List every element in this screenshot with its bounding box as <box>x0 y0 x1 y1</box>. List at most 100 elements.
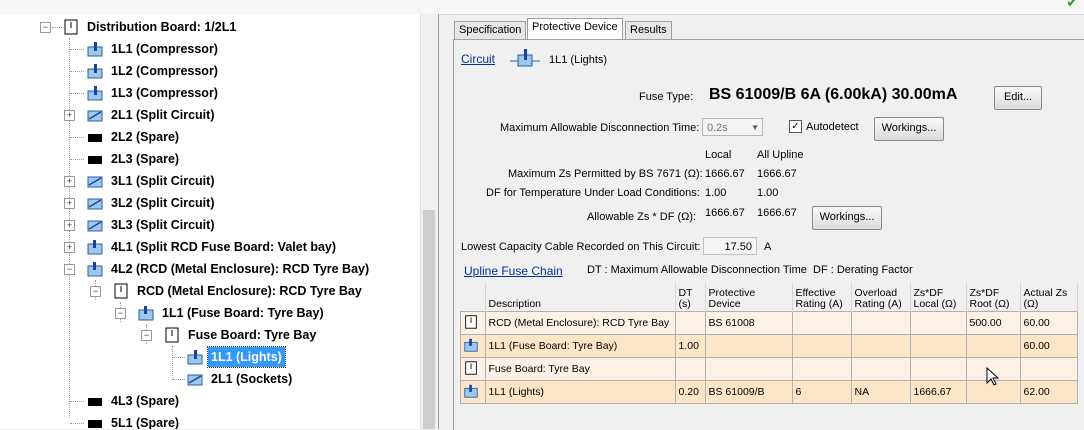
table-row[interactable]: Fuse Board: Tyre Bay <box>460 357 1078 381</box>
distribution-board-icon <box>64 19 78 35</box>
fuse-board-icon <box>464 384 478 398</box>
grid-header-row: Description DT (s) Protective Device Eff… <box>460 283 1078 312</box>
cell-device: BS 61008 <box>704 311 793 335</box>
collapse-toggle-icon[interactable]: − <box>64 264 75 275</box>
circuit-icon <box>187 350 203 365</box>
cell-effective <box>791 334 852 358</box>
cell-device <box>704 357 793 381</box>
split-circuit-icon <box>87 110 103 122</box>
cell-dt: 0.20 <box>674 380 706 404</box>
upline-fuse-chain-link[interactable]: Upline Fuse Chain <box>464 264 563 278</box>
cell-root: 500.00 <box>965 311 1021 335</box>
cell-local: 1666.67 <box>909 380 967 404</box>
circuit-tree[interactable]: − Distribution Board: 1/2L1 1L1 (Compres… <box>0 14 439 429</box>
autodetect-label: Autodetect <box>806 121 859 133</box>
fuse-type-label: Fuse Type: <box>639 91 694 103</box>
collapse-toggle-icon[interactable]: − <box>115 308 126 319</box>
tab-results[interactable]: Results <box>625 21 672 39</box>
cell-root <box>965 334 1021 358</box>
cell-description: RCD (Metal Enclosure): RCD Tyre Bay <box>484 311 676 335</box>
check-icon: ✔ <box>1066 0 1078 10</box>
autodetect-checkbox[interactable]: ✓ <box>789 120 802 133</box>
tree-line <box>172 346 173 380</box>
cell-device <box>704 334 793 358</box>
tab-specification[interactable]: Specification <box>454 21 527 39</box>
expand-toggle-icon[interactable]: + <box>64 176 75 187</box>
cell-actual: 60.00 <box>1019 311 1078 335</box>
df-label: DF for Temperature Under Load Conditions… <box>486 187 700 199</box>
split-circuit-icon <box>87 220 103 232</box>
tree-scrollbar[interactable] <box>420 14 438 429</box>
cell-overload <box>850 311 911 335</box>
grid-header-device: Protective Device <box>705 283 793 312</box>
fuse-board-icon <box>87 240 103 255</box>
legend-df: DF : Derating Factor <box>813 264 913 276</box>
table-row[interactable]: RCD (Metal Enclosure): RCD Tyre Bay BS 6… <box>460 311 1078 335</box>
grid-header-description: Description <box>485 283 676 312</box>
circuit-name: 1L1 (Lights) <box>549 54 608 66</box>
expand-toggle-icon[interactable]: + <box>64 220 75 231</box>
expand-toggle-icon[interactable]: + <box>64 242 75 253</box>
table-row[interactable]: 1L1 (Fuse Board: Tyre Bay) 1.00 60.00 <box>460 334 1078 358</box>
collapse-toggle-icon[interactable]: − <box>141 330 152 341</box>
spare-icon <box>88 398 102 406</box>
cell-overload: NA <box>850 380 911 404</box>
cell-description: Fuse Board: Tyre Bay <box>484 357 676 381</box>
table-row[interactable]: 1L1 (Lights) 0.20 BS 61009/B 6 NA 1666.6… <box>460 380 1078 404</box>
df-upline: 1.00 <box>757 187 779 199</box>
lowest-cable-unit: A <box>764 241 772 253</box>
enclosure-icon <box>114 283 128 299</box>
circuit-icon <box>87 42 103 57</box>
grid-header-dt: DT (s) <box>675 283 706 312</box>
chevron-down-icon: ▼ <box>751 123 759 132</box>
cell-dt <box>674 311 706 335</box>
circuit-link[interactable]: Circuit <box>461 52 495 66</box>
circuit-icon <box>510 49 540 67</box>
cell-description: 1L1 (Lights) <box>484 380 676 404</box>
grid-header-zsdf-root: Zs*DF Root (Ω) <box>966 283 1021 312</box>
disconnection-time-select[interactable]: 0.2s ▼ <box>702 118 763 136</box>
grid-header-overload: Overload Rating (A) <box>851 283 911 312</box>
max-zs-upline: 1666.67 <box>757 168 797 180</box>
circuit-icon <box>87 86 103 101</box>
grid-header-icon <box>460 283 486 312</box>
allowable-zs-label: Allowable Zs * DF (Ω): <box>587 211 697 223</box>
spare-icon <box>88 134 102 142</box>
fuse-board-icon <box>87 262 103 277</box>
cell-overload <box>850 357 911 381</box>
max-zs-local: 1666.67 <box>705 168 745 180</box>
disconnection-time-value: 0.2s <box>707 122 728 134</box>
fuse-type-value: BS 61009/B 6A (6.00kA) 30.00mA <box>709 86 958 103</box>
fuse-board-icon <box>138 306 154 321</box>
enclosure-icon <box>465 360 477 375</box>
grid-header-zsdf-local: Zs*DF Local (Ω) <box>910 283 967 312</box>
split-circuit-icon <box>87 176 103 188</box>
zs-workings-button[interactable]: Workings... <box>812 206 882 230</box>
collapse-toggle-icon[interactable]: − <box>40 22 51 33</box>
expand-toggle-icon[interactable]: + <box>64 110 75 121</box>
circuit-icon <box>87 64 103 79</box>
fuse-board-icon <box>464 338 478 352</box>
cell-device: BS 61009/B <box>704 380 793 404</box>
mouse-cursor-icon <box>986 367 1000 386</box>
top-strip <box>0 0 1084 15</box>
cell-description: 1L1 (Fuse Board: Tyre Bay) <box>484 334 676 358</box>
disconnection-workings-button[interactable]: Workings... <box>874 117 944 141</box>
allowable-zs-local: 1666.67 <box>705 207 745 219</box>
cell-dt: 1.00 <box>674 334 706 358</box>
cell-local <box>909 334 967 358</box>
expand-toggle-icon[interactable]: + <box>64 198 75 209</box>
legend-dt: DT : Maximum Allowable Disconnection Tim… <box>587 264 807 276</box>
tab-protective-device[interactable]: Protective Device <box>527 18 623 39</box>
collapse-toggle-icon[interactable]: − <box>90 286 101 297</box>
cell-actual: 60.00 <box>1019 334 1078 358</box>
cell-dt <box>674 357 706 381</box>
circuit-icon <box>187 374 203 386</box>
lowest-cable-label: Lowest Capacity Cable Recorded on This C… <box>461 241 701 253</box>
spare-icon <box>88 420 102 428</box>
edit-fuse-button[interactable]: Edit... <box>994 86 1042 110</box>
scrollbar-thumb[interactable] <box>423 210 435 429</box>
zs-col-upline: All Upline <box>757 149 804 161</box>
df-local: 1.00 <box>705 187 727 199</box>
cell-actual: 62.00 <box>1019 380 1078 404</box>
